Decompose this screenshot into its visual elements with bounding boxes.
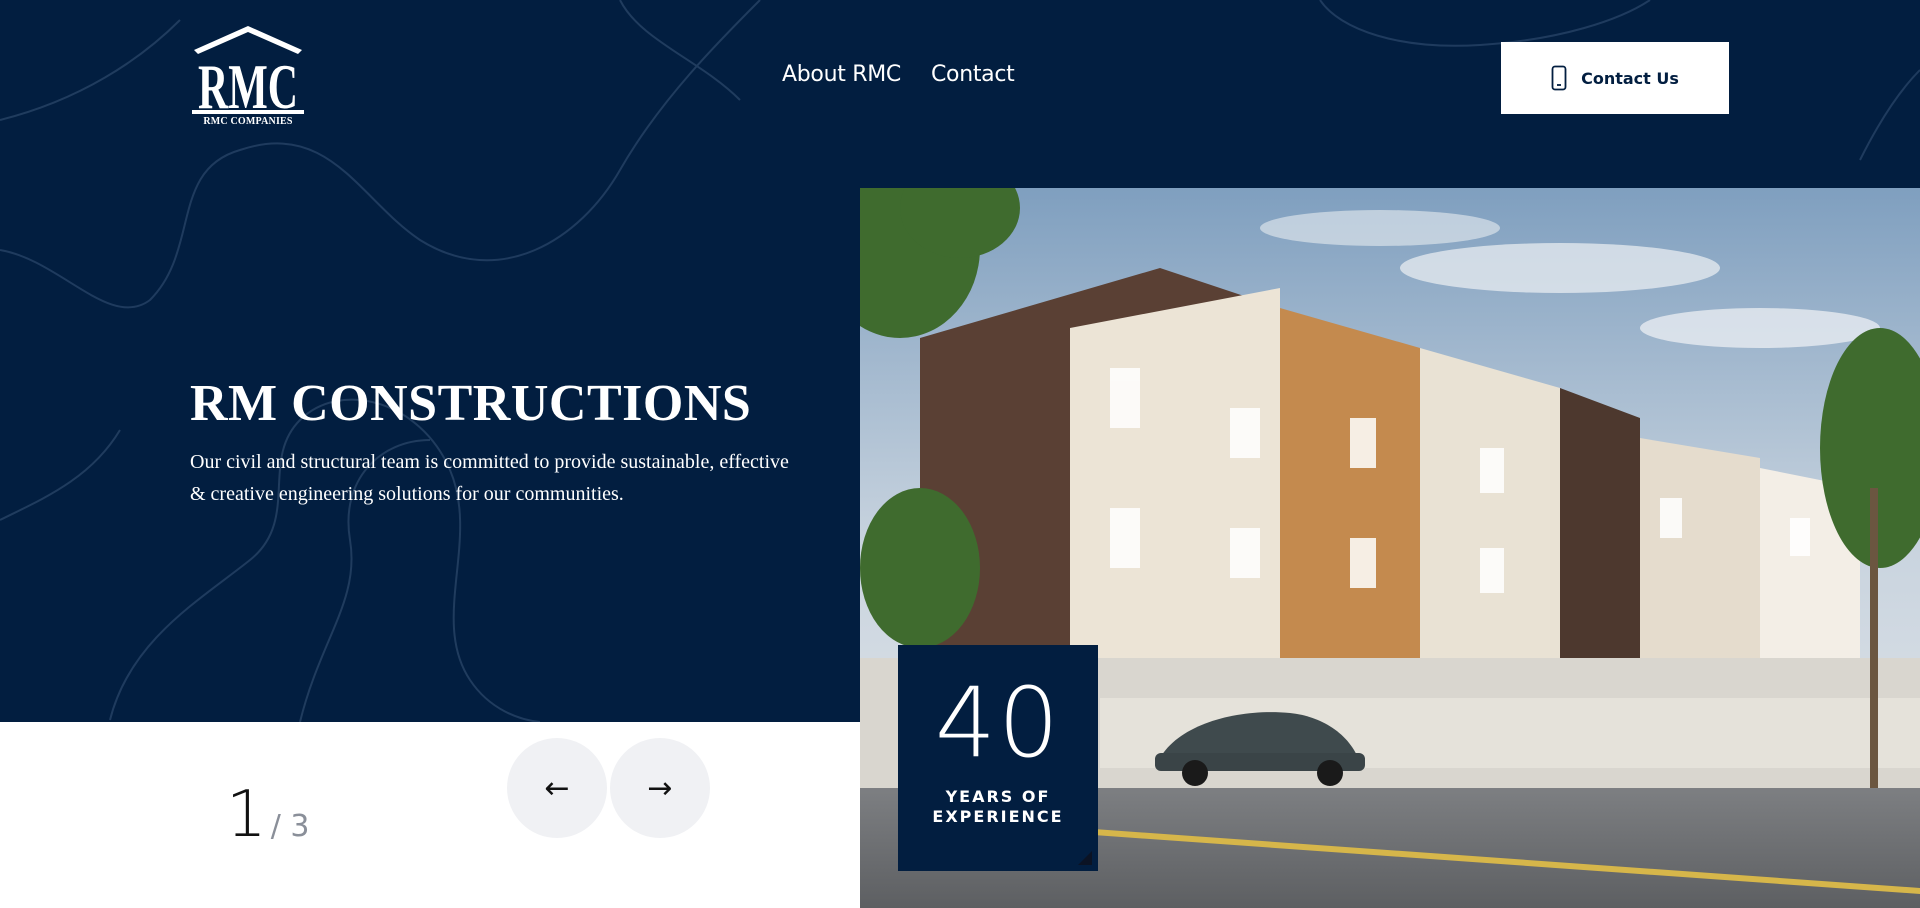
slide-counter: 1/ 3: [226, 778, 309, 852]
prev-slide-button[interactable]: ←: [507, 738, 607, 838]
experience-number: 40: [934, 667, 1062, 779]
main-nav: About RMC Contact: [782, 62, 1015, 87]
svg-text:RMC: RMC: [198, 51, 298, 116]
next-slide-button[interactable]: →: [610, 738, 710, 838]
house-roof-logo: RMC: [192, 26, 304, 122]
phone-icon: [1551, 65, 1567, 91]
hero-description: Our civil and structural team is committ…: [190, 451, 789, 505]
arrow-right-icon: →: [647, 770, 673, 806]
nav-about-rmc[interactable]: About RMC: [782, 62, 901, 87]
experience-label-line1: YEARS OF: [945, 787, 1051, 806]
logo-subtext: RMC COMPANIES: [203, 116, 293, 127]
experience-label-line2: EXPERIENCE: [932, 807, 1064, 826]
experience-badge: 40 YEARS OF EXPERIENCE: [898, 645, 1098, 871]
arrow-left-icon: ←: [544, 770, 570, 806]
corner-accent: [1078, 851, 1092, 865]
slide-current: 1: [226, 778, 267, 852]
contact-us-button[interactable]: Contact Us: [1501, 42, 1729, 114]
hero-title: RM CONSTRUCTIONS: [190, 375, 752, 432]
contact-us-label: Contact Us: [1581, 68, 1679, 88]
brand-logo[interactable]: RMC RMC COMPANIES: [190, 24, 306, 128]
slide-total: / 3: [270, 809, 310, 844]
nav-contact[interactable]: Contact: [931, 62, 1015, 87]
